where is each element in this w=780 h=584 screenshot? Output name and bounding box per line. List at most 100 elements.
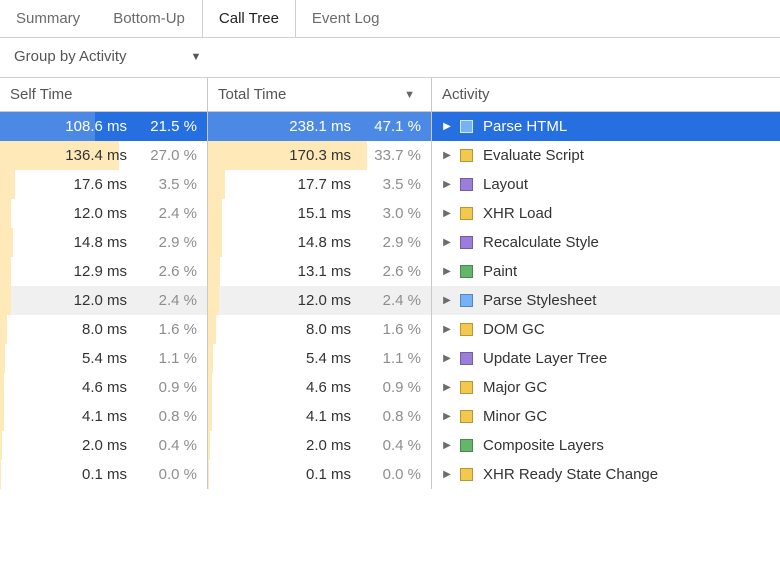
column-header-activity[interactable]: Activity <box>432 78 780 111</box>
activity-name: DOM GC <box>481 321 545 338</box>
cell-total-time: 17.7 ms3.5 % <box>208 170 432 199</box>
expand-icon[interactable]: ▶ <box>442 382 452 393</box>
total-time-pct: 33.7 % <box>351 147 421 164</box>
expand-icon[interactable]: ▶ <box>442 179 452 190</box>
self-time-pct: 27.0 % <box>127 147 197 164</box>
table-row[interactable]: 8.0 ms1.6 %8.0 ms1.6 %▶DOM GC <box>0 315 780 344</box>
tab-bottom-up[interactable]: Bottom-Up <box>97 0 202 37</box>
table-row[interactable]: 108.6 ms21.5 %238.1 ms47.1 %▶Parse HTML <box>0 112 780 141</box>
cell-self-time: 4.1 ms0.8 % <box>0 402 208 431</box>
activity-color-swatch <box>460 381 473 394</box>
activity-name: Update Layer Tree <box>481 350 607 367</box>
cell-total-time: 12.0 ms2.4 % <box>208 286 432 315</box>
table-row[interactable]: 0.1 ms0.0 %0.1 ms0.0 %▶XHR Ready State C… <box>0 460 780 489</box>
expand-icon[interactable]: ▶ <box>442 440 452 451</box>
cell-self-time: 12.0 ms2.4 % <box>0 286 208 315</box>
cell-self-time: 12.0 ms2.4 % <box>0 199 208 228</box>
total-time-bar <box>208 170 225 199</box>
cell-self-time: 17.6 ms3.5 % <box>0 170 208 199</box>
expand-icon[interactable]: ▶ <box>442 353 452 364</box>
self-time-ms: 5.4 ms <box>32 350 127 367</box>
self-time-pct: 0.8 % <box>127 408 197 425</box>
total-time-pct: 2.4 % <box>351 292 421 309</box>
table-row[interactable]: 12.0 ms2.4 %15.1 ms3.0 %▶XHR Load <box>0 199 780 228</box>
activity-color-swatch <box>460 439 473 452</box>
cell-total-time: 0.1 ms0.0 % <box>208 460 432 489</box>
table-row[interactable]: 12.0 ms2.4 %12.0 ms2.4 %▶Parse Styleshee… <box>0 286 780 315</box>
table-row[interactable]: 4.1 ms0.8 %4.1 ms0.8 %▶Minor GC <box>0 402 780 431</box>
total-time-ms: 4.1 ms <box>256 408 351 425</box>
total-time-pct: 1.6 % <box>351 321 421 338</box>
self-time-bar <box>0 373 4 402</box>
tab-event-log[interactable]: Event Log <box>296 0 397 37</box>
expand-icon[interactable]: ▶ <box>442 150 452 161</box>
total-time-ms: 12.0 ms <box>256 292 351 309</box>
table-row[interactable]: 14.8 ms2.9 %14.8 ms2.9 %▶Recalculate Sty… <box>0 228 780 257</box>
cell-activity: ▶Composite Layers <box>432 431 780 460</box>
cell-total-time: 2.0 ms0.4 % <box>208 431 432 460</box>
total-time-pct: 3.0 % <box>351 205 421 222</box>
total-time-pct: 1.1 % <box>351 350 421 367</box>
expand-icon[interactable]: ▶ <box>442 411 452 422</box>
self-time-ms: 12.0 ms <box>32 292 127 309</box>
table-header: Self Time Total Time ▼ Activity <box>0 78 780 112</box>
expand-icon[interactable]: ▶ <box>442 266 452 277</box>
self-time-pct: 0.0 % <box>127 466 197 483</box>
table-row[interactable]: 17.6 ms3.5 %17.7 ms3.5 %▶Layout <box>0 170 780 199</box>
self-time-ms: 4.6 ms <box>32 379 127 396</box>
activity-color-swatch <box>460 352 473 365</box>
expand-icon[interactable]: ▶ <box>442 208 452 219</box>
cell-self-time: 0.1 ms0.0 % <box>0 460 208 489</box>
self-time-pct: 1.6 % <box>127 321 197 338</box>
cell-activity: ▶ DOM GC <box>432 315 780 344</box>
self-time-ms: 14.8 ms <box>32 234 127 251</box>
chevron-down-icon: ▼ <box>191 51 202 63</box>
table-row[interactable]: 2.0 ms0.4 %2.0 ms0.4 %▶Composite Layers <box>0 431 780 460</box>
table-row[interactable]: 136.4 ms27.0 %170.3 ms33.7 %▶Evaluate Sc… <box>0 141 780 170</box>
total-time-ms: 170.3 ms <box>256 147 351 164</box>
cell-self-time: 8.0 ms1.6 % <box>0 315 208 344</box>
cell-total-time: 14.8 ms2.9 % <box>208 228 432 257</box>
column-header-self-time[interactable]: Self Time <box>0 78 208 111</box>
cell-activity: ▶Minor GC <box>432 402 780 431</box>
self-time-pct: 2.6 % <box>127 263 197 280</box>
self-time-ms: 2.0 ms <box>32 437 127 454</box>
expand-icon[interactable]: ▶ <box>442 121 452 132</box>
expand-icon[interactable]: ▶ <box>442 295 452 306</box>
activity-name: Evaluate Script <box>481 147 584 164</box>
total-time-pct: 0.9 % <box>351 379 421 396</box>
cell-self-time: 4.6 ms0.9 % <box>0 373 208 402</box>
self-time-ms: 8.0 ms <box>32 321 127 338</box>
cell-total-time: 15.1 ms3.0 % <box>208 199 432 228</box>
expand-icon[interactable]: ▶ <box>442 237 452 248</box>
self-time-ms: 0.1 ms <box>32 466 127 483</box>
activity-color-swatch <box>460 265 473 278</box>
cell-activity: ▶ Update Layer Tree <box>432 344 780 373</box>
cell-total-time: 13.1 ms2.6 % <box>208 257 432 286</box>
total-time-ms: 15.1 ms <box>256 205 351 222</box>
column-header-total-time[interactable]: Total Time ▼ <box>208 78 432 111</box>
total-time-ms: 5.4 ms <box>256 350 351 367</box>
tab-summary[interactable]: Summary <box>0 0 97 37</box>
self-time-ms: 12.0 ms <box>32 205 127 222</box>
self-time-bar <box>0 344 5 373</box>
column-header-total-label: Total Time <box>218 86 286 103</box>
tab-call-tree[interactable]: Call Tree <box>202 0 296 37</box>
cell-total-time: 170.3 ms33.7 % <box>208 141 432 170</box>
cell-total-time: 4.1 ms0.8 % <box>208 402 432 431</box>
table-row[interactable]: 4.6 ms0.9 %4.6 ms0.9 %▶Major GC <box>0 373 780 402</box>
total-time-ms: 14.8 ms <box>256 234 351 251</box>
total-time-pct: 2.6 % <box>351 263 421 280</box>
expand-icon[interactable]: ▶ <box>442 324 452 335</box>
cell-self-time: 12.9 ms2.6 % <box>0 257 208 286</box>
activity-color-swatch <box>460 178 473 191</box>
table-row[interactable]: 12.9 ms2.6 %13.1 ms2.6 %▶Paint <box>0 257 780 286</box>
total-time-bar <box>208 402 212 431</box>
activity-color-swatch <box>460 323 473 336</box>
activity-color-swatch <box>460 120 473 133</box>
cell-total-time: 238.1 ms47.1 % <box>208 112 432 141</box>
cell-activity: ▶XHR Ready State Change <box>432 460 780 489</box>
group-by-dropdown[interactable]: Group by Activity ▼ <box>0 38 780 78</box>
expand-icon[interactable]: ▶ <box>442 469 452 480</box>
table-row[interactable]: 5.4 ms1.1 %5.4 ms1.1 %▶Update Layer Tree <box>0 344 780 373</box>
